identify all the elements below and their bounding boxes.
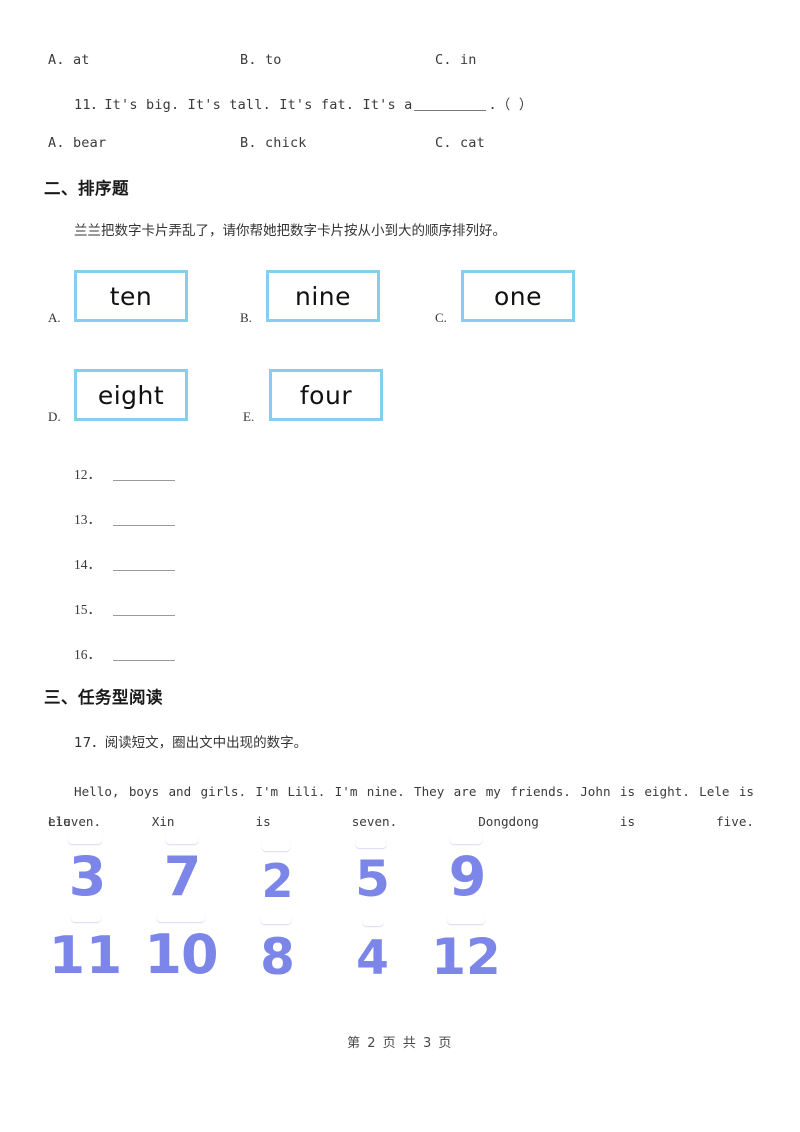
snow-number: 3 [48, 829, 124, 908]
question-11-blank[interactable] [414, 97, 487, 111]
snow-cap-icon [68, 829, 102, 844]
word-card-text: four [299, 380, 353, 410]
question-11-text-after: .（ ） [488, 97, 533, 113]
word-card-text: nine [294, 281, 352, 311]
answer-row-13: 13． [74, 508, 175, 529]
section-two-heading: 二、排序题 [44, 179, 129, 198]
answer-row-12: 12． [74, 463, 175, 484]
snow-number-glyph: 3 [68, 845, 107, 908]
snow-cap-icon [260, 911, 292, 924]
word-card-label: C. [435, 310, 447, 325]
word-card-box[interactable]: ten [74, 270, 188, 322]
word-card-label: D. [48, 409, 61, 424]
question-11-text-before: It's big. It's tall. It's fat. It's a [104, 97, 413, 113]
snow-number-glyph: 10 [144, 923, 219, 986]
word-card-box[interactable]: nine [266, 270, 380, 322]
snow-number: 7 [143, 829, 219, 908]
answer-blank[interactable] [113, 466, 175, 481]
answer-blank[interactable] [113, 511, 175, 526]
section-two-instruction: 兰兰把数字卡片弄乱了，请你帮她把数字卡片按从小到大的顺序排列好。 [74, 223, 506, 239]
snow-cap-icon [362, 914, 384, 926]
exam-page: A. at B. to C. in 11．It's big. It's tall… [0, 0, 800, 1132]
snow-number-glyph: 11 [48, 926, 124, 986]
snow-number-glyph: 2 [261, 854, 294, 908]
answer-blank[interactable] [113, 646, 175, 661]
word-card-label: E. [243, 409, 255, 424]
item-17-instruction: 阅读短文，圈出文中出现的数字。 [104, 735, 308, 751]
word-card-box[interactable]: four [269, 369, 383, 421]
word-card-a[interactable]: ten A. [48, 270, 218, 330]
snow-number: 4 [333, 910, 409, 986]
snow-number-glyph: 7 [163, 845, 202, 908]
option-c[interactable]: C. cat [435, 135, 485, 151]
question-11-stem: 11．It's big. It's tall. It's fat. It's a… [74, 93, 533, 113]
answer-number: 13． [74, 512, 101, 527]
word-card-box[interactable]: eight [74, 369, 188, 421]
section-three-item-17: 17．阅读短文，圈出文中出现的数字。 [74, 731, 307, 751]
section-three-heading: 三、任务型阅读 [44, 688, 163, 707]
answer-number: 16． [74, 647, 101, 662]
snow-number: 9 [428, 829, 504, 908]
option-a[interactable]: A. at [48, 52, 90, 68]
snow-cap-icon [262, 836, 290, 851]
snow-number-glyph: 4 [356, 931, 390, 986]
decorative-number-grid: 3 7 2 5 9 11 10 8 4 12 [48, 829, 518, 992]
item-17-number: 17． [74, 735, 105, 751]
snow-cap-icon [355, 833, 387, 848]
answer-row-15: 15． [74, 598, 175, 619]
word-card-text: one [493, 281, 543, 311]
snow-cap-icon [447, 911, 485, 924]
answer-blank[interactable] [113, 601, 175, 616]
answer-row-16: 16． [74, 643, 175, 664]
snow-number: 2 [238, 832, 314, 908]
snow-cap-icon [449, 829, 483, 844]
snow-number-glyph: 5 [355, 850, 391, 908]
question-11-options-row: A. bear B. chick C. cat [0, 135, 800, 155]
snow-cap-icon [157, 908, 205, 922]
snow-cap-icon [71, 909, 101, 922]
snow-number: 11 [48, 909, 124, 986]
snow-cap-icon [165, 829, 199, 844]
question-11-number: 11． [74, 97, 105, 113]
snow-number: 8 [238, 910, 314, 986]
answer-blank[interactable] [113, 556, 175, 571]
word-card-text: eight [97, 380, 165, 410]
word-card-label: B. [240, 310, 252, 325]
snow-number-glyph: 9 [448, 845, 487, 908]
snow-number: 12 [428, 910, 504, 986]
option-c[interactable]: C. in [435, 52, 477, 68]
snow-number-glyph: 8 [260, 928, 296, 986]
answer-number: 15． [74, 602, 101, 617]
snow-number: 5 [333, 832, 409, 908]
word-card-b[interactable]: nine B. [240, 270, 410, 330]
word-card-text: ten [109, 281, 153, 311]
answer-number: 14． [74, 557, 101, 572]
word-card-d[interactable]: eight D. [48, 369, 218, 429]
word-card-e[interactable]: four E. [243, 369, 413, 429]
option-a[interactable]: A. bear [48, 135, 106, 151]
option-b[interactable]: B. to [240, 52, 282, 68]
answer-number: 12． [74, 467, 101, 482]
word-card-c[interactable]: one C. [435, 270, 605, 330]
page-footer: 第 2 页 共 3 页 [347, 1036, 453, 1051]
word-card-label: A. [48, 310, 61, 325]
question-10-options-row: A. at B. to C. in [0, 52, 800, 72]
word-card-box[interactable]: one [461, 270, 575, 322]
option-b[interactable]: B. chick [240, 135, 307, 151]
answer-row-14: 14． [74, 553, 175, 574]
snow-number-glyph: 12 [431, 928, 502, 986]
snow-number: 10 [143, 908, 219, 986]
